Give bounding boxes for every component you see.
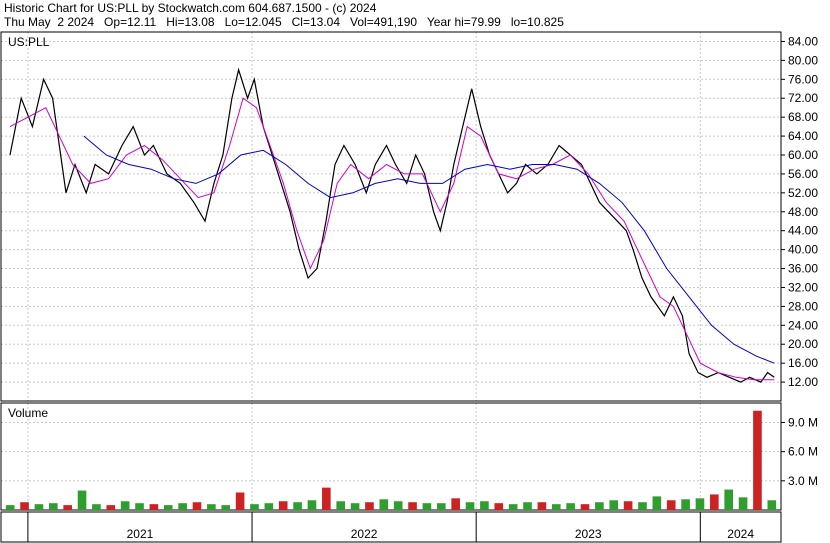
- price-line: [9, 67, 775, 383]
- price-panel-frame: [0, 31, 782, 402]
- volume-grid: [1, 403, 781, 510]
- price-tick-label: 40.00: [788, 243, 818, 257]
- time-axis: 2021 2022 2023 2024: [27, 512, 754, 542]
- volume-axis-ticks: 9.0 M 6.0 M 3.0 M: [781, 415, 818, 488]
- price-tick-label: 36.00: [788, 262, 818, 276]
- price-tick-label: 20.00: [788, 337, 818, 351]
- price-grid: [1, 32, 781, 401]
- year-label: 2023: [575, 527, 602, 541]
- price-tick-label: 80.00: [788, 53, 818, 67]
- price-tick-label: 76.00: [788, 72, 818, 86]
- price-tick-label: 60.00: [788, 148, 818, 162]
- price-tick-label: 28.00: [788, 299, 818, 313]
- price-tick-label: 44.00: [788, 224, 818, 238]
- stock-chart: US:PLL Volume 84.00 80.00 76.00 72.00 68.00 6…: [0, 31, 818, 543]
- price-tick-label: 72.00: [788, 91, 818, 105]
- price-tick-label: 24.00: [788, 318, 818, 332]
- year-label: 2024: [727, 527, 754, 541]
- price-tick-label: 84.00: [788, 34, 818, 48]
- price-panel-title: US:PLL: [8, 35, 50, 49]
- volume-tick-label: 9.0 M: [788, 415, 818, 429]
- price-tick-label: 48.00: [788, 205, 818, 219]
- year-label: 2022: [351, 527, 378, 541]
- price-tick-label: 12.00: [788, 375, 818, 389]
- volume-tick-label: 3.0 M: [788, 474, 818, 488]
- price-tick-label: 16.00: [788, 356, 818, 370]
- year-label: 2021: [127, 527, 154, 541]
- time-axis-frame: [0, 511, 782, 543]
- price-tick-label: 68.00: [788, 110, 818, 124]
- price-tick-label: 52.00: [788, 186, 818, 200]
- volume-panel-title: Volume: [8, 406, 48, 420]
- price-tick-label: 32.00: [788, 280, 818, 294]
- price-axis-ticks: 84.00 80.00 76.00 72.00 68.00 64.00 60.00 56.00…: [781, 34, 818, 389]
- volume-panel-frame: [0, 402, 782, 511]
- price-tick-label: 56.00: [788, 167, 818, 181]
- volume-tick-label: 6.0 M: [788, 445, 818, 459]
- volume-bars: [5, 410, 777, 510]
- price-tick-label: 64.00: [788, 129, 818, 143]
